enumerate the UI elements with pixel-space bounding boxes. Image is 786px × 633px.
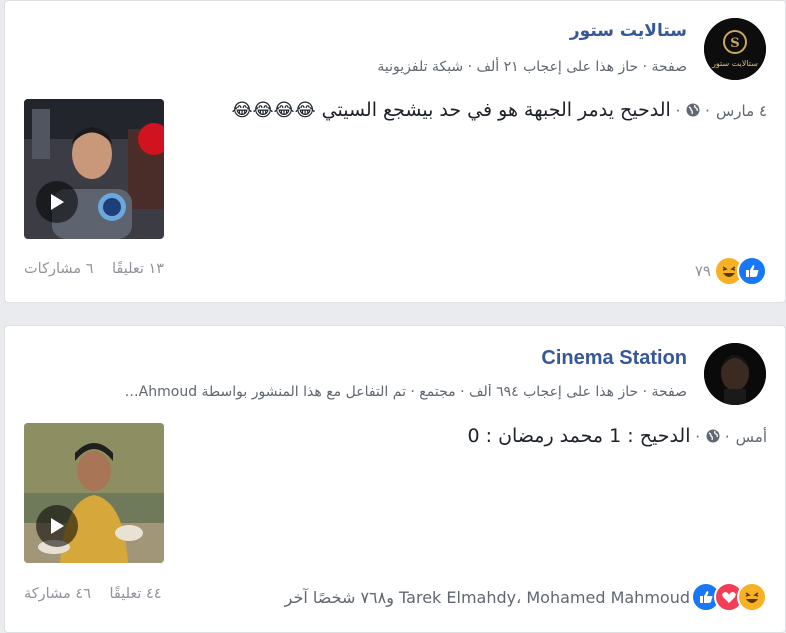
share-count[interactable]: ٤٦ مشاركة bbox=[24, 586, 91, 602]
reaction-summary[interactable]: ٧٩ bbox=[695, 256, 767, 286]
svg-text:S: S bbox=[730, 36, 739, 51]
share-count[interactable]: ٦ مشاركات bbox=[24, 261, 94, 277]
reaction-count[interactable]: ٧٩ bbox=[695, 262, 711, 280]
like-icon bbox=[737, 256, 767, 286]
page-meta: صفحة · حاز هذا على إعجاب ٢١ ألف · شبكة ت… bbox=[377, 59, 687, 75]
page-avatar[interactable]: S ستالايت ستور bbox=[704, 18, 766, 80]
post-text-line: ٤ مارس · · الدحيح يدمر الجبهة هو في حد ب… bbox=[231, 99, 767, 122]
comment-count[interactable]: ١٣ تعليقًا bbox=[112, 261, 164, 277]
emoji-laughing-icon: 😂😂😂😂 bbox=[231, 100, 316, 121]
post-date[interactable]: ٤ مارس bbox=[716, 102, 767, 120]
page-avatar[interactable] bbox=[704, 343, 766, 405]
satellite-store-logo: S ستالايت ستور bbox=[704, 18, 766, 80]
reactors-text[interactable]: Tarek Elmahdy، Mohamed Mahmoud و٧٦٨ شخصً… bbox=[285, 588, 690, 607]
globe-icon bbox=[686, 100, 700, 122]
video-thumbnail[interactable] bbox=[24, 423, 164, 563]
avatar-image bbox=[704, 343, 766, 405]
post-card: Cinema Station صفحة · حاز هذا على إعجاب … bbox=[4, 325, 786, 633]
post-text: الدحيح يدمر الجبهة هو في حد بيشجع السيتي bbox=[321, 99, 671, 121]
post-text: الدحيح : 1 محمد رمضان : 0 bbox=[467, 425, 691, 447]
video-thumbnail[interactable] bbox=[24, 99, 164, 239]
page-meta: صفحة · حاز هذا على إعجاب ٦٩٤ ألف · مجتمع… bbox=[124, 384, 687, 400]
post-date[interactable]: أمس bbox=[736, 428, 767, 446]
post-text-line: أمس · · الدحيح : 1 محمد رمضان : 0 bbox=[467, 425, 768, 448]
play-icon[interactable] bbox=[36, 181, 78, 223]
engagement-counts: ٤٤ تعليقًا ٤٦ مشاركة bbox=[24, 586, 162, 602]
play-icon[interactable] bbox=[36, 505, 78, 547]
reaction-summary[interactable]: Tarek Elmahdy، Mohamed Mahmoud و٧٦٨ شخصً… bbox=[285, 582, 767, 612]
post-card: S ستالايت ستور ستالايت ستور صفحة · حاز ه… bbox=[4, 0, 786, 303]
page-name[interactable]: Cinema Station bbox=[541, 347, 687, 370]
globe-icon bbox=[706, 426, 720, 448]
svg-text:ستالايت ستور: ستالايت ستور bbox=[711, 59, 758, 68]
page-name[interactable]: ستالايت ستور bbox=[570, 21, 687, 41]
comment-count[interactable]: ٤٤ تعليقًا bbox=[109, 586, 161, 602]
haha-icon bbox=[737, 582, 767, 612]
engagement-counts: ١٣ تعليقًا ٦ مشاركات bbox=[24, 261, 164, 277]
